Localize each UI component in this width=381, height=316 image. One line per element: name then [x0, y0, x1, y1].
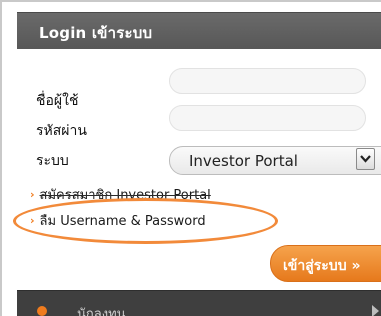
password-input[interactable]	[169, 105, 366, 131]
bottom-menu-bar[interactable]: นักลงทุน	[17, 290, 381, 316]
system-label: ระบบ	[36, 153, 69, 169]
login-title: Login เข้าระบบ	[39, 24, 153, 42]
forgot-password-link[interactable]: ลืม Username & Password	[40, 214, 206, 229]
select-dropdown-button[interactable]	[356, 148, 375, 170]
login-widget: Login เข้าระบบ ชื่อผู้ใช้ รหัสผ่าน ระบบ …	[0, 0, 381, 316]
username-label: ชื่อผู้ใช้	[36, 93, 79, 109]
chevron-right-icon: ›	[30, 188, 35, 201]
register-link-row[interactable]: › สมัครสมาชิก Investor Portal	[30, 184, 211, 205]
bullet-dot-icon	[37, 306, 47, 316]
system-select[interactable]: Investor Portal	[169, 146, 381, 175]
system-select-value: Investor Portal	[189, 152, 298, 170]
login-header: Login เข้าระบบ	[17, 12, 381, 50]
chevron-down-icon	[360, 155, 371, 163]
forgot-link-row[interactable]: › ลืม Username & Password	[30, 210, 206, 231]
login-button[interactable]: เข้าสู่ระบบ »	[270, 245, 381, 282]
register-link[interactable]: สมัครสมาชิก Investor Portal	[40, 188, 211, 203]
username-input[interactable]	[169, 68, 366, 94]
triangle-right-icon	[372, 305, 379, 316]
chevron-right-icon: ›	[30, 214, 35, 227]
password-label: รหัสผ่าน	[36, 123, 87, 139]
bottom-menu-label: นักลงทุน	[77, 307, 126, 316]
